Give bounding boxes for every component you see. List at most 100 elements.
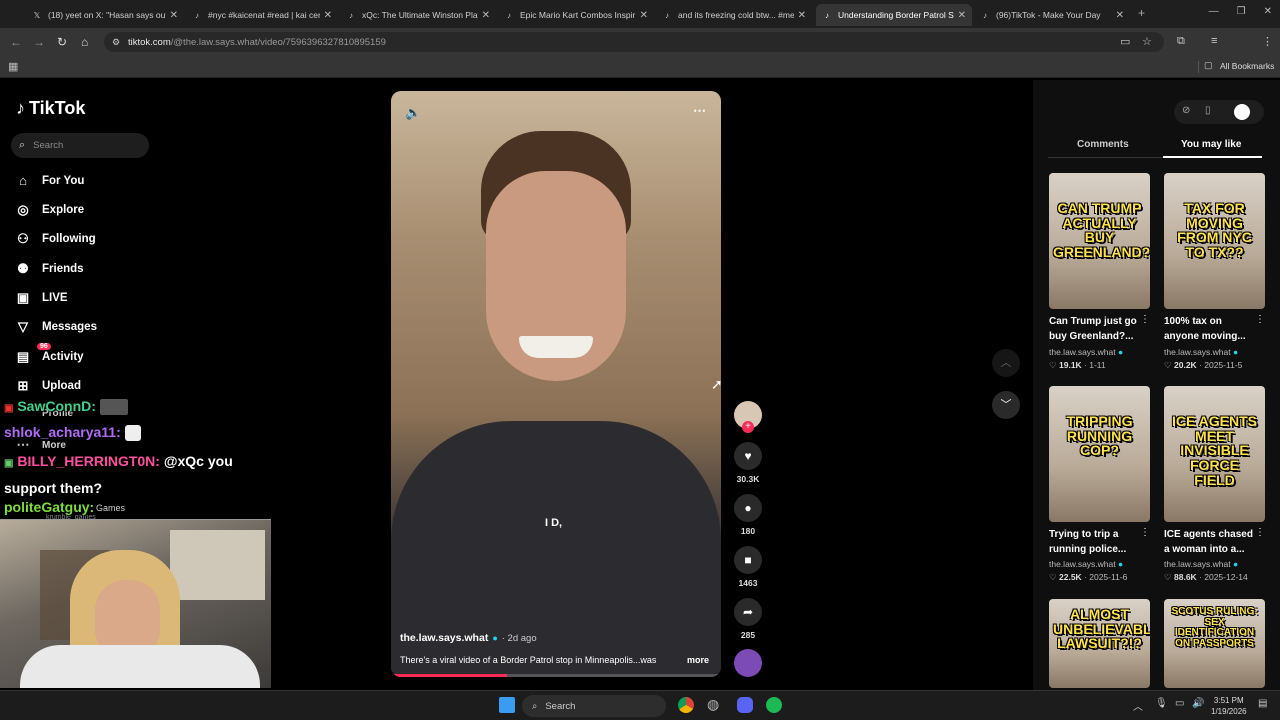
nav-activity[interactable]: ▤ 96 Activity [15, 343, 84, 365]
browser-tab[interactable]: 𝕏 (18) yeet on X: "Hasan says out ✕ [26, 4, 184, 26]
network-icon[interactable]: ▭ [1175, 698, 1184, 709]
all-bookmarks[interactable]: All Bookmarks [1220, 61, 1274, 71]
previous-video-button[interactable]: ︿ [992, 349, 1020, 377]
volume-icon[interactable]: 🔈 [405, 105, 421, 121]
browser-tab[interactable]: ♪ #nyc #kaicenat #read | kai cena ✕ [186, 4, 338, 26]
browser-tab[interactable]: ♪ Epic Mario Kart Combos Inspir ✕ [498, 4, 654, 26]
save-button[interactable]: ■ 1463 [734, 546, 762, 588]
heart-outline-icon: ♡ [1049, 572, 1057, 582]
streamer-shirt [20, 645, 260, 688]
tiktok-logo[interactable]: ♪ TikTok [16, 98, 85, 119]
close-tab-icon[interactable]: ✕ [958, 10, 966, 21]
chat-message: ▣ SawConnD: [4, 398, 128, 416]
video-author[interactable]: the.law.says.what [400, 632, 488, 644]
recommended-video-thumb[interactable]: TAX FOR MOVING FROM NYC TO TX?? [1164, 173, 1265, 309]
recommended-video-thumb[interactable]: ICE AGENTS MEET INVISIBLE FORCE FIELD [1164, 386, 1265, 522]
chrome-icon[interactable] [678, 697, 694, 713]
tiktok-note-icon: ♪ [16, 98, 25, 118]
recommended-video-author[interactable]: the.law.says.what ● [1164, 347, 1238, 357]
theme-toggle[interactable] [1234, 104, 1250, 120]
like-button[interactable]: ♥ 30.3K [734, 442, 762, 484]
spotify-icon[interactable] [766, 697, 782, 713]
more-icon[interactable]: ⋮ [1255, 527, 1265, 538]
recommended-video-title[interactable]: 100% tax on anyone moving... [1164, 314, 1259, 344]
more-icon[interactable]: ⋮ [1140, 314, 1150, 325]
site-info-icon[interactable]: ⚙ [112, 37, 120, 48]
clock[interactable]: 3:51 PM 1/19/2026 [1211, 695, 1247, 717]
close-tab-icon[interactable]: ✕ [640, 10, 648, 21]
reload-icon[interactable]: ↻ [57, 35, 67, 49]
back-icon[interactable]: ← [10, 35, 22, 49]
obs-icon[interactable]: ◍ [707, 696, 719, 713]
minimize-icon[interactable]: — [1209, 6, 1219, 17]
tab-you-may-like[interactable]: You may like [1181, 139, 1241, 150]
recommended-video-author[interactable]: the.law.says.what ● [1164, 559, 1238, 569]
recommended-video-title[interactable]: Trying to trip a running police... [1049, 527, 1144, 557]
nav-live[interactable]: ▣ LIVE [15, 290, 68, 306]
recommended-video-title[interactable]: Can Trump just go buy Greenland?... [1049, 314, 1144, 344]
mobile-icon[interactable]: ▯ [1205, 105, 1211, 116]
menu-icon[interactable]: ⋮ [1262, 35, 1273, 48]
forward-icon[interactable]: → [33, 35, 45, 49]
recommended-video-thumb[interactable]: ALMOST UNBELIEVABLE LAWSUIT?!? [1049, 599, 1150, 688]
verified-icon: ● [1233, 347, 1239, 357]
recommended-video-author[interactable]: the.law.says.what ● [1049, 559, 1123, 569]
more-options-icon[interactable]: ⋯ [693, 103, 706, 119]
recommended-video-thumb[interactable]: TRIPPING RUNNING COP? [1049, 386, 1150, 522]
search-input[interactable]: ⌕ Search [11, 133, 149, 158]
follow-plus-icon[interactable]: + [742, 421, 754, 433]
maximize-icon[interactable]: ❐ [1237, 6, 1246, 17]
bookmark-star-icon[interactable]: ☆ [1142, 35, 1152, 48]
more-icon[interactable]: ⋮ [1255, 314, 1265, 325]
video-player[interactable]: 🔈 ⋯ I D, the.law.says.what ● · 2d ago Th… [391, 91, 721, 677]
media-icon[interactable]: ≡ [1211, 35, 1217, 47]
more-button[interactable]: more [687, 655, 709, 665]
nav-following[interactable]: ⚇ Following [15, 231, 95, 247]
browser-tab[interactable]: ♪ and its freezing cold btw... #me ✕ [656, 4, 812, 26]
url-bar[interactable]: ⚙ tiktok.com/@the.law.says.what/video/75… [104, 32, 1164, 52]
nav-explore[interactable]: ◎ Explore [15, 202, 84, 218]
progress-track[interactable] [391, 674, 721, 677]
extensions-icon[interactable]: ⧉ [1177, 35, 1185, 48]
next-video-button[interactable]: ﹀ [992, 391, 1020, 419]
home-icon[interactable]: ⌂ [81, 35, 88, 49]
new-tab-button[interactable]: + [1138, 6, 1145, 20]
more-icon[interactable]: ⋮ [1140, 527, 1150, 538]
volume-tray-icon[interactable]: 🔊 [1192, 698, 1204, 709]
close-tab-icon[interactable]: ✕ [324, 10, 332, 21]
close-tab-icon[interactable]: ✕ [482, 10, 490, 21]
recommended-video-title[interactable]: ICE agents chased a woman into a... [1164, 527, 1259, 557]
nav-for-you[interactable]: ⌂ For You [15, 173, 84, 188]
close-tab-icon[interactable]: ✕ [170, 10, 178, 21]
microphone-icon[interactable]: 🎙 [1155, 698, 1168, 709]
windows-taskbar: ⌕ Search ◍ ︿ 🎙 ▭ 🔊 3:51 PM 1/19/2026 ▤ [0, 690, 1280, 720]
tab-comments[interactable]: Comments [1077, 139, 1129, 150]
notification-icon[interactable]: ▤ [1258, 698, 1267, 709]
browser-tab[interactable]: ♪ xQc: The Ultimate Winston Play ✕ [340, 4, 496, 26]
music-disc-icon [734, 649, 762, 677]
close-tab-icon[interactable]: ✕ [1116, 10, 1124, 21]
share-button[interactable]: ➦ 285 [734, 598, 762, 640]
apps-grid-icon[interactable]: ▦ [8, 60, 18, 73]
creator-avatar[interactable]: + [734, 401, 762, 433]
speed-icon[interactable]: ⊘ [1182, 105, 1190, 116]
streamer-webcam [0, 519, 271, 688]
comment-button[interactable]: ● 180 [734, 494, 762, 536]
discord-icon[interactable] [737, 697, 753, 713]
cast-icon[interactable]: ▭ [1120, 35, 1130, 48]
nav-messages[interactable]: ▽ Messages [15, 319, 97, 335]
browser-tab[interactable]: ♪ (96)TikTok - Make Your Day ✕ [974, 4, 1130, 26]
close-window-icon[interactable]: ✕ [1264, 6, 1272, 17]
tray-chevron-icon[interactable]: ︿ [1133, 698, 1143, 713]
windows-start-icon[interactable] [499, 697, 515, 713]
recommended-video-author[interactable]: the.law.says.what ● [1049, 347, 1123, 357]
recommended-video-thumb[interactable]: CAN TRUMP ACTUALLY BUY GREENLAND? [1049, 173, 1150, 309]
close-tab-icon[interactable]: ✕ [798, 10, 806, 21]
nav-upload[interactable]: ⊞ Upload [15, 378, 81, 394]
nav-friends[interactable]: ⚉ Friends [15, 261, 83, 277]
browser-tab-active[interactable]: ♪ Understanding Border Patrol St ✕ [816, 4, 972, 26]
recommended-video-thumb[interactable]: SCOTUS RULING: SEX IDENTIFICATION ON PAS… [1164, 599, 1265, 688]
search-icon: ⌕ [19, 139, 26, 151]
music-disc[interactable] [734, 649, 762, 677]
taskbar-search[interactable]: ⌕ Search [522, 695, 666, 717]
